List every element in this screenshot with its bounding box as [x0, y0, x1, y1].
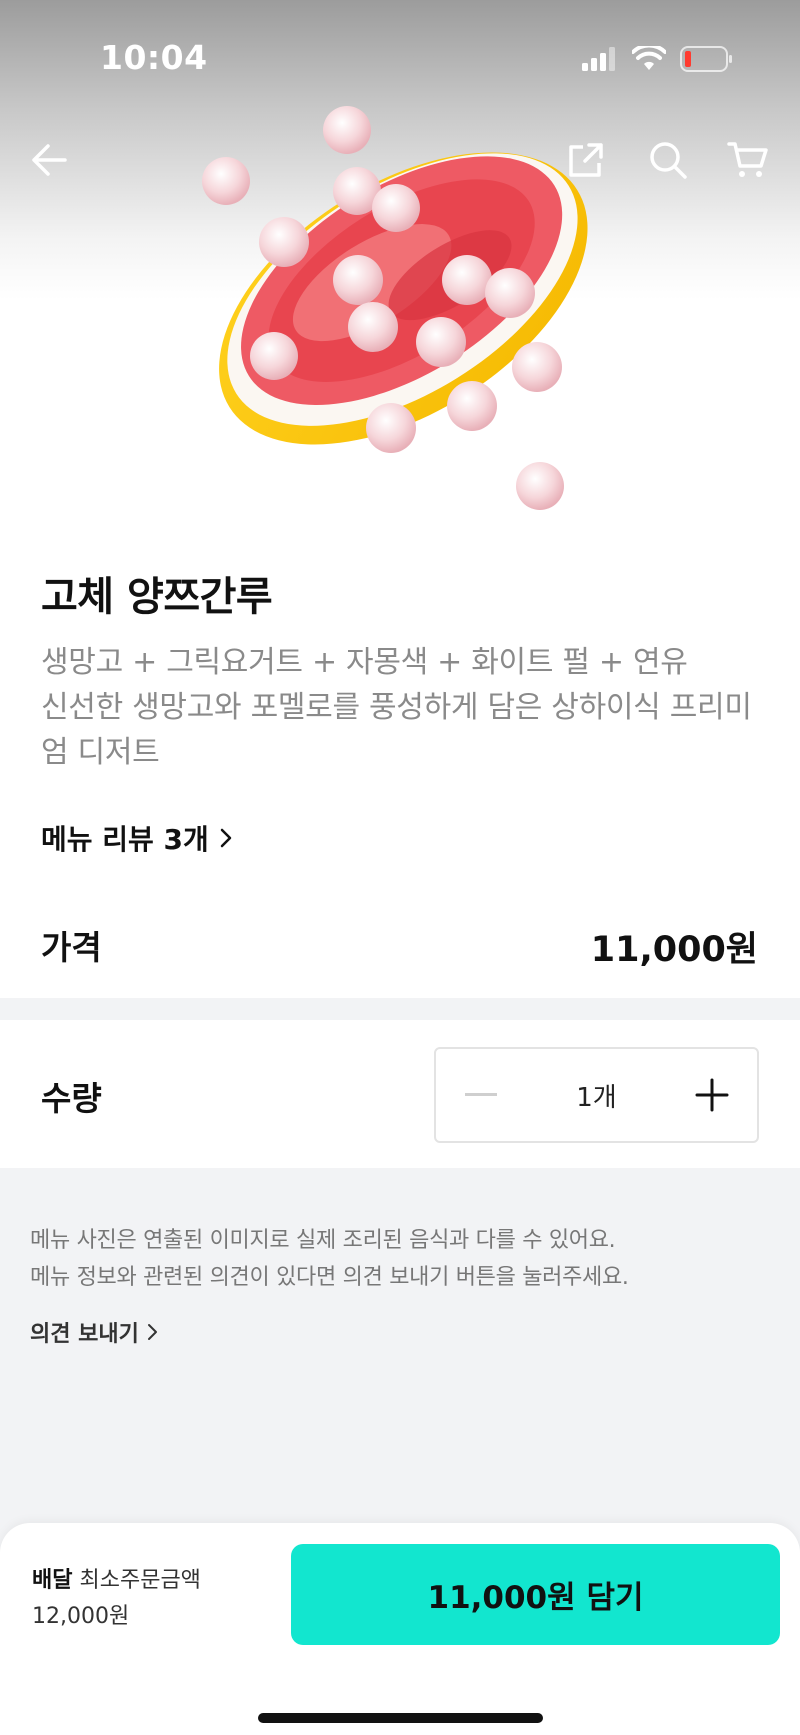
- share-icon: [569, 143, 603, 177]
- menu-notice: 메뉴 사진은 연출된 이미지로 실제 조리된 음식과 다를 수 있어요. 메뉴 …: [30, 1222, 770, 1296]
- back-button[interactable]: [20, 130, 80, 190]
- status-bar: 10:04: [0, 0, 800, 118]
- menu-review-link[interactable]: 메뉴 리뷰 3개: [41, 818, 233, 858]
- wifi-icon: [632, 46, 666, 70]
- chevron-right-icon: [220, 828, 232, 848]
- plus-icon: [695, 1078, 729, 1112]
- share-button[interactable]: [556, 130, 616, 190]
- delivery-label: 배달: [32, 1568, 73, 1593]
- review-link-label: 메뉴 리뷰 3개: [41, 823, 209, 856]
- product-title: 고체 양쯔간루: [41, 574, 273, 620]
- decrease-quantity-button[interactable]: [436, 1049, 526, 1141]
- quantity-stepper: 1개: [434, 1047, 759, 1143]
- chevron-right-icon: [147, 1324, 157, 1340]
- send-feedback-link[interactable]: 의견 보내기: [30, 1316, 158, 1348]
- battery-low-icon: [680, 46, 732, 72]
- search-button[interactable]: [638, 130, 698, 190]
- price-value: 11,000원: [590, 930, 758, 970]
- product-description: 생망고 + 그릭요거트 + 자몽색 + 화이트 펄 + 연유 신선한 생망고와 …: [41, 640, 761, 775]
- status-time: 10:04: [100, 38, 208, 77]
- notice-line-2: 메뉴 정보와 관련된 의견이 있다면 의견 보내기 버튼을 눌러주세요.: [30, 1265, 629, 1290]
- add-to-cart-button[interactable]: 11,000원 담기: [291, 1544, 780, 1645]
- description-line-ingredients: 생망고 + 그릭요거트 + 자몽색 + 화이트 펄 + 연유: [41, 645, 688, 680]
- notice-line-1: 메뉴 사진은 연출된 이미지로 실제 조리된 음식과 다를 수 있어요.: [30, 1228, 616, 1253]
- delivery-min-order-info: 배달 최소주문금액 12,000원: [32, 1563, 201, 1635]
- cellular-signal-icon: [582, 47, 615, 71]
- min-order-value: 12,000원: [32, 1604, 130, 1629]
- home-indicator: [258, 1713, 543, 1723]
- quantity-value: 1개: [576, 1082, 617, 1113]
- product-info-section: 고체 양쯔간루 생망고 + 그릭요거트 + 자몽색 + 화이트 펄 + 연유 신…: [0, 518, 800, 998]
- increase-quantity-button[interactable]: [667, 1049, 757, 1141]
- product-hero-image: 10:04: [0, 0, 800, 518]
- description-line-summary: 신선한 생망고와 포멜로를 풍성하게 담은 상하이식 프리미엄 디저트: [41, 690, 752, 770]
- quantity-label: 수량: [41, 1079, 102, 1118]
- cart-nav-button[interactable]: [718, 130, 778, 190]
- min-order-label: 최소주문금액: [79, 1568, 201, 1593]
- arrow-left-icon: [32, 144, 67, 176]
- price-label: 가격: [41, 928, 102, 967]
- bottom-order-bar: 배달 최소주문금액 12,000원 11,000원 담기: [0, 1523, 800, 1735]
- quantity-section: 수량 1개: [0, 1020, 800, 1168]
- minus-icon: [465, 1093, 497, 1096]
- search-icon: [650, 142, 687, 179]
- feedback-link-label: 의견 보내기: [30, 1322, 139, 1347]
- shopping-cart-icon: [727, 142, 768, 177]
